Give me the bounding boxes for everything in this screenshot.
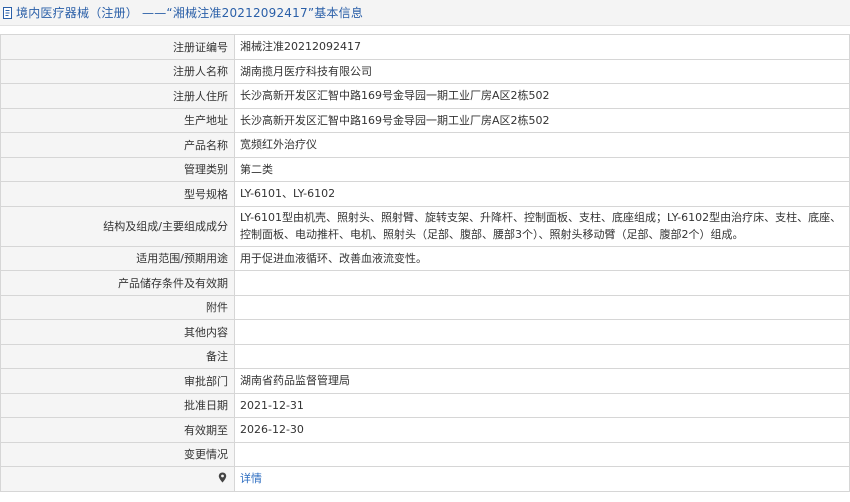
table-row: 备注 xyxy=(0,343,850,369)
table-row: 生产地址 长沙高新开发区汇智中路169号金导园一期工业厂房A区2栋502 xyxy=(0,107,850,133)
table-row: 注册人名称 湖南揽月医疗科技有限公司 xyxy=(0,58,850,84)
table-row: 注册人住所 长沙高新开发区汇智中路169号金导园一期工业厂房A区2栋502 xyxy=(0,83,850,109)
row-value-model-spec: LY-6101、LY-6102 xyxy=(234,181,850,207)
table-row: 附件 xyxy=(0,294,850,320)
row-label-valid-until: 有效期至 xyxy=(0,417,235,443)
table-row: 批准日期 2021-12-31 xyxy=(0,392,850,418)
page-title: 境内医疗器械（注册） ——“湘械注准20212092417”基本信息 xyxy=(16,6,364,20)
row-value-structure-composition: LY-6101型由机壳、照射头、照射臂、旋转支架、升降杆、控制面板、支柱、底座组… xyxy=(234,205,850,247)
table-row: 型号规格 LY-6101、LY-6102 xyxy=(0,181,850,207)
detail-link[interactable]: 详情 xyxy=(240,472,262,485)
row-label-storage-validity: 产品储存条件及有效期 xyxy=(0,270,235,296)
info-table-container: 注册证编号 湘械注准20212092417 注册人名称 湖南揽月医疗科技有限公司… xyxy=(0,34,850,492)
row-value-other-content xyxy=(234,319,850,345)
table-row: 其他内容 xyxy=(0,319,850,345)
table-row: 有效期至 2026-12-30 xyxy=(0,417,850,443)
row-value-intended-use: 用于促进血液循环、改善血液流变性。 xyxy=(234,245,850,271)
table-row: 管理类别 第二类 xyxy=(0,156,850,182)
row-value-registrant-name: 湖南揽月医疗科技有限公司 xyxy=(234,58,850,84)
map-pin-icon xyxy=(218,472,227,483)
row-label-production-address: 生产地址 xyxy=(0,107,235,133)
row-label-product-name: 产品名称 xyxy=(0,132,235,158)
row-label-other-content: 其他内容 xyxy=(0,319,235,345)
row-value-approval-date: 2021-12-31 xyxy=(234,392,850,418)
row-value-detail: 详情 xyxy=(234,466,850,492)
row-label-remarks: 备注 xyxy=(0,343,235,369)
table-row: 审批部门 湖南省药品监督管理局 xyxy=(0,368,850,394)
table-row: 结构及组成/主要组成成分 LY-6101型由机壳、照射头、照射臂、旋转支架、升降… xyxy=(0,205,850,247)
row-value-registrant-address: 长沙高新开发区汇智中路169号金导园一期工业厂房A区2栋502 xyxy=(234,83,850,109)
table-row: 产品储存条件及有效期 xyxy=(0,270,850,296)
row-label-detail xyxy=(0,466,235,492)
table-row: 详情 xyxy=(0,466,850,492)
row-label-registrant-address: 注册人住所 xyxy=(0,83,235,109)
row-value-management-category: 第二类 xyxy=(234,156,850,182)
detail-label xyxy=(218,472,228,483)
device-info-table: 注册证编号 湘械注准20212092417 注册人名称 湖南揽月医疗科技有限公司… xyxy=(0,34,850,492)
row-label-registration-number: 注册证编号 xyxy=(0,34,235,60)
row-label-management-category: 管理类别 xyxy=(0,156,235,182)
row-label-intended-use: 适用范围/预期用途 xyxy=(0,245,235,271)
row-label-approval-department: 审批部门 xyxy=(0,368,235,394)
row-label-approval-date: 批准日期 xyxy=(0,392,235,418)
row-label-structure-composition: 结构及组成/主要组成成分 xyxy=(0,205,235,247)
page-header: 境内医疗器械（注册） ——“湘械注准20212092417”基本信息 xyxy=(0,0,850,26)
table-row: 注册证编号 湘械注准20212092417 xyxy=(0,34,850,60)
document-icon xyxy=(2,6,14,19)
row-value-valid-until: 2026-12-30 xyxy=(234,417,850,443)
row-value-production-address: 长沙高新开发区汇智中路169号金导园一期工业厂房A区2栋502 xyxy=(234,107,850,133)
row-value-remarks xyxy=(234,343,850,369)
row-value-attachments xyxy=(234,294,850,320)
row-label-attachments: 附件 xyxy=(0,294,235,320)
row-value-product-name: 宽频红外治疗仪 xyxy=(234,132,850,158)
row-value-storage-validity xyxy=(234,270,850,296)
table-row: 产品名称 宽频红外治疗仪 xyxy=(0,132,850,158)
table-row: 变更情况 xyxy=(0,441,850,467)
row-label-registrant-name: 注册人名称 xyxy=(0,58,235,84)
row-value-registration-number: 湘械注准20212092417 xyxy=(234,34,850,60)
table-row: 适用范围/预期用途 用于促进血液循环、改善血液流变性。 xyxy=(0,245,850,271)
row-label-model-spec: 型号规格 xyxy=(0,181,235,207)
row-label-change-history: 变更情况 xyxy=(0,441,235,467)
row-value-change-history xyxy=(234,441,850,467)
row-value-approval-department: 湖南省药品监督管理局 xyxy=(234,368,850,394)
